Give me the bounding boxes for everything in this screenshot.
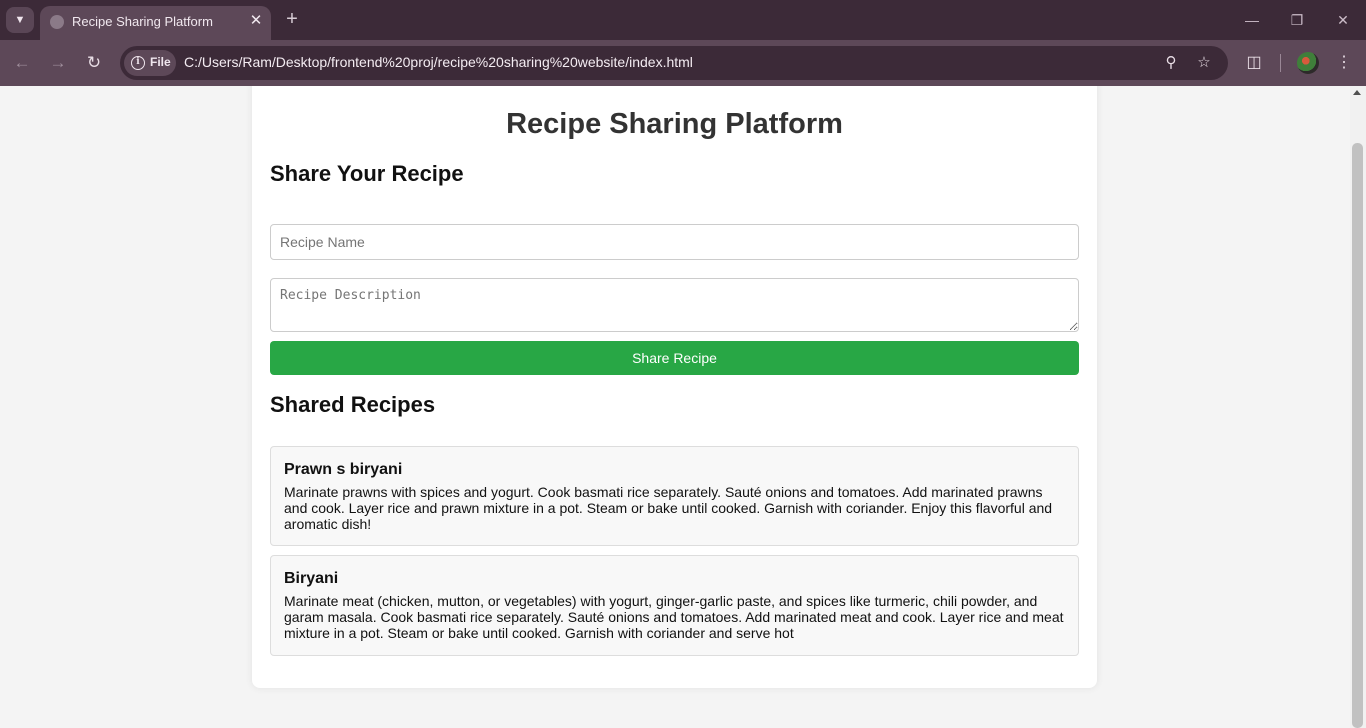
toolbar-separator — [1280, 54, 1281, 72]
recipe-title: Prawn s biryani — [284, 461, 403, 478]
page-title: Recipe Sharing Platform — [506, 108, 843, 140]
new-tab-button[interactable]: + — [282, 8, 302, 30]
zoom-icon[interactable]: ⚲ — [1161, 53, 1181, 73]
recipe-name-input[interactable] — [270, 224, 1079, 260]
globe-icon — [50, 15, 64, 29]
browser-tabbar: ▼ Recipe Sharing Platform ✕ + — ❐ ✕ — [0, 0, 1366, 40]
forward-arrow-icon[interactable]: → — [46, 51, 70, 75]
restore-icon[interactable]: ❐ — [1287, 10, 1307, 30]
recipe-card: Prawn s biryani Marinate prawns with spi… — [270, 446, 1079, 546]
browser-tab[interactable]: Recipe Sharing Platform ✕ — [40, 6, 271, 40]
recipe-title: Biryani — [284, 570, 339, 587]
minimize-icon[interactable]: — — [1242, 10, 1262, 30]
chevron-down-icon: ▼ — [14, 14, 26, 26]
recipe-card: Biryani Marinate meat (chicken, mutton, … — [270, 555, 1079, 656]
browser-toolbar: ← → ↻ i File C:/Users/Ram/Desktop/fronte… — [0, 40, 1366, 86]
window-close-icon[interactable]: ✕ — [1333, 10, 1353, 30]
profile-avatar[interactable] — [1297, 52, 1319, 74]
recipe-description-input[interactable] — [270, 278, 1079, 332]
site-info-label: File — [150, 55, 171, 69]
reload-icon[interactable]: ↻ — [82, 51, 106, 75]
shared-recipes-heading: Shared Recipes — [270, 392, 436, 417]
extensions-icon[interactable]: ◫ — [1243, 52, 1265, 74]
back-arrow-icon[interactable]: ← — [10, 51, 34, 75]
star-icon[interactable]: ☆ — [1194, 53, 1214, 73]
tab-search-button[interactable]: ▼ — [6, 7, 34, 33]
share-recipe-button[interactable]: Share Recipe — [270, 341, 1079, 375]
recipe-description: Marinate meat (chicken, mutton, or veget… — [284, 593, 1064, 641]
page-viewport: Recipe Sharing Platform Share Your Recip… — [0, 86, 1350, 728]
main-container: Recipe Sharing Platform Share Your Recip… — [252, 86, 1097, 688]
scroll-thumb[interactable] — [1352, 143, 1363, 728]
more-menu-icon[interactable]: ⋮ — [1333, 52, 1355, 74]
url-text[interactable]: C:/Users/Ram/Desktop/frontend%20proj/rec… — [184, 54, 693, 70]
site-info-chip[interactable]: i File — [124, 50, 176, 76]
vertical-scrollbar[interactable] — [1350, 86, 1366, 728]
share-recipe-heading: Share Your Recipe — [270, 161, 464, 186]
info-icon: i — [131, 56, 145, 70]
recipe-description: Marinate prawns with spices and yogurt. … — [284, 484, 1053, 532]
scroll-up-icon[interactable] — [1353, 90, 1361, 95]
tab-title: Recipe Sharing Platform — [72, 14, 213, 29]
close-icon[interactable]: ✕ — [247, 12, 265, 30]
address-bar[interactable]: i File C:/Users/Ram/Desktop/frontend%20p… — [120, 46, 1228, 80]
